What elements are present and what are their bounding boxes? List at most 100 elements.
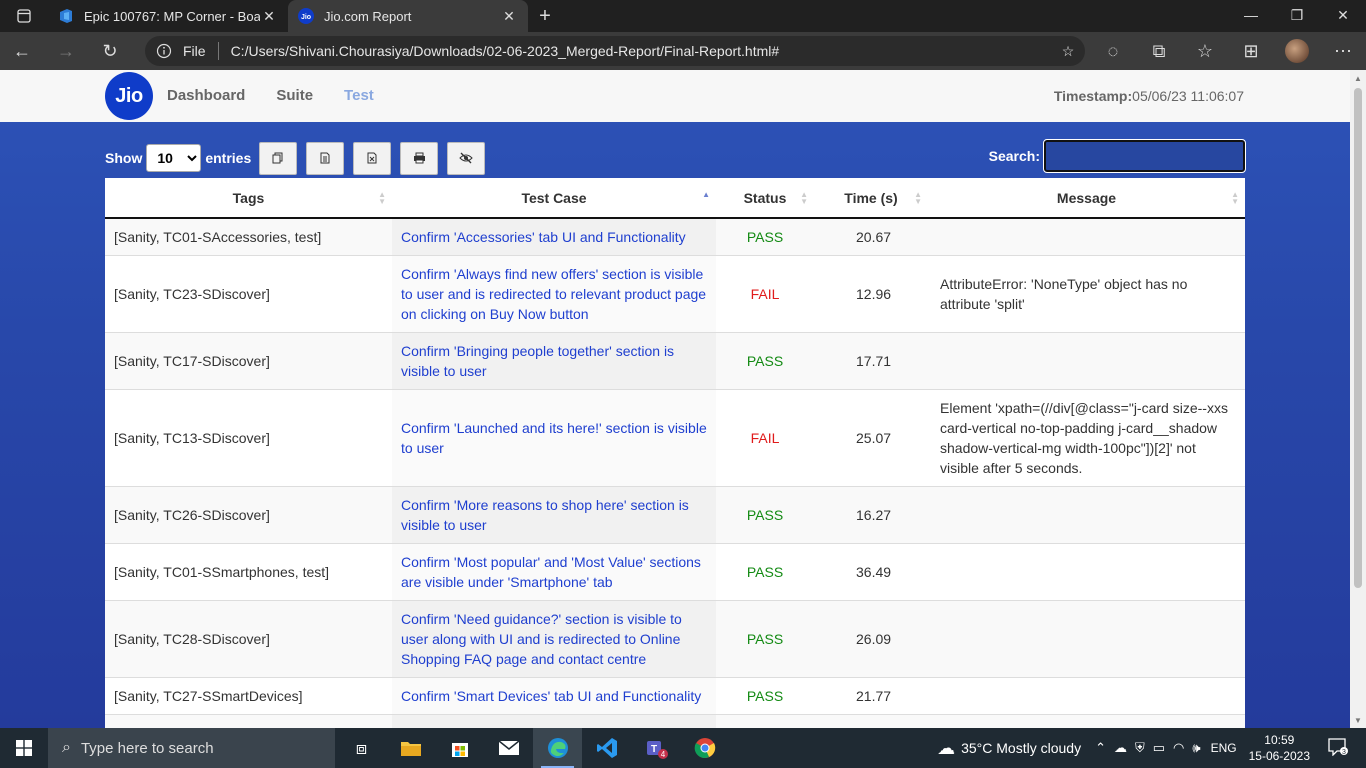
svg-text:T: T <box>650 744 656 755</box>
tab-actions-icon[interactable] <box>0 0 48 32</box>
cell-test-case-link[interactable]: Confirm 'More reasons to shop here' sect… <box>392 485 716 543</box>
jio-favicon-icon: Jio <box>298 8 314 24</box>
more-menu-icon[interactable]: ⋯ <box>1320 32 1366 70</box>
edge-icon[interactable] <box>533 728 582 768</box>
cell-test-case-link[interactable]: Confirm 'Accessories' tab UI and Functio… <box>392 217 716 255</box>
notification-center-icon[interactable]: 3 <box>1328 737 1354 759</box>
header-label: Time (s) <box>844 189 898 206</box>
svg-text:Jio: Jio <box>301 14 311 21</box>
extensions-icon[interactable]: ⧉ <box>1136 32 1182 70</box>
favorites-icon[interactable]: ☆ <box>1182 32 1228 70</box>
cell-tags: [Sanity, TC17-SDiscover] <box>105 331 392 389</box>
url-text[interactable]: C:/Users/Shivani.Chourasiya/Downloads/02… <box>231 43 1051 59</box>
onedrive-icon[interactable]: ☁ <box>1114 740 1127 756</box>
header-label: Test Case <box>521 189 587 206</box>
header-status[interactable]: Status ▲ ▼ <box>716 178 814 219</box>
cell-test-case-link[interactable]: Confirm 'Bringing people together' secti… <box>392 331 716 389</box>
entries-select[interactable]: 10 <box>146 144 202 172</box>
mail-icon[interactable] <box>484 728 533 768</box>
cell-test-case-link[interactable]: Confirm 'Smart Devices' tab UI and Funct… <box>392 676 716 714</box>
nav-test[interactable]: Test <box>344 87 374 104</box>
info-icon[interactable] <box>145 43 183 59</box>
cell-message: AttributeError: 'NoneType' object has no… <box>928 254 1245 332</box>
cell-message: Element 'xpath=(//div[@class="j-card siz… <box>928 388 1245 486</box>
cell-test-case-link[interactable]: Confirm 'Always find new offers' section… <box>392 254 716 332</box>
search-label: Search: <box>988 148 1040 164</box>
forward-arrow-icon[interactable]: → <box>44 32 88 70</box>
excel-button[interactable] <box>353 141 392 175</box>
clock[interactable]: 10:59 15-06-2023 <box>1249 732 1310 764</box>
header-label: Message <box>1056 189 1117 206</box>
weather-widget[interactable]: ☁ 35°C Mostly cloudy <box>937 738 1081 759</box>
file-explorer-icon[interactable] <box>386 728 435 768</box>
back-arrow-icon[interactable]: ← <box>0 32 44 70</box>
address-divider <box>217 42 219 60</box>
search-input[interactable] <box>1043 139 1246 173</box>
header-message[interactable]: Message ▲ ▼ <box>928 178 1245 219</box>
nav-dashboard[interactable]: Dashboard <box>167 87 245 104</box>
store-icon[interactable] <box>435 728 484 768</box>
windows-start-icon[interactable] <box>0 728 48 768</box>
jio-logo[interactable]: Jio <box>105 72 153 120</box>
battery-icon[interactable]: ▭ <box>1153 740 1165 756</box>
profile-avatar[interactable] <box>1274 32 1320 70</box>
address-bar[interactable]: File C:/Users/Shivani.Chourasiya/Downloa… <box>145 36 1085 66</box>
column-visibility-button[interactable] <box>447 141 486 175</box>
cell-test-case-link[interactable]: Confirm 'Most popular' and 'Most Value' … <box>392 542 716 600</box>
scrollbar-thumb[interactable] <box>1354 88 1362 588</box>
teams-icon[interactable]: T4 <box>631 728 680 768</box>
nav-suite[interactable]: Suite <box>276 87 313 104</box>
task-view-icon[interactable]: ⧈ <box>337 728 386 768</box>
csv-button[interactable] <box>306 141 345 175</box>
browser-tab-boards[interactable]: Epic 100767: MP Corner - Boards ✕ <box>48 0 288 32</box>
browser-toolbar: ← → ↻ File C:/Users/Shivani.Chourasiya/D… <box>0 32 1366 70</box>
cell-time: 12.96 <box>814 254 928 332</box>
header-test-case[interactable]: Test Case ▲ <box>392 178 716 219</box>
minimize-icon[interactable]: — <box>1228 0 1274 30</box>
sync-icon[interactable]: ◌ <box>1090 32 1136 70</box>
browser-tab-strip: Epic 100767: MP Corner - Boards ✕ Jio Ji… <box>0 0 1366 32</box>
scroll-down-icon[interactable]: ▼ <box>1350 712 1366 728</box>
vscode-icon[interactable] <box>582 728 631 768</box>
close-tab-icon[interactable]: ✕ <box>260 8 278 25</box>
close-tab-icon[interactable]: ✕ <box>500 8 518 25</box>
collections-icon[interactable]: ⊞ <box>1228 32 1274 70</box>
cloud-icon: ☁ <box>937 737 956 758</box>
taskbar-search[interactable]: ⌕ Type here to search <box>48 728 335 768</box>
restore-icon[interactable]: ❐ <box>1274 0 1320 30</box>
close-window-icon[interactable]: ✕ <box>1320 0 1366 30</box>
copy-button[interactable] <box>259 141 298 175</box>
new-tab-icon[interactable]: + <box>528 0 562 32</box>
cell-message <box>928 676 1245 714</box>
azure-boards-icon <box>58 8 74 24</box>
cell-message <box>928 599 1245 677</box>
cell-test-case-link[interactable]: Confirm 'Need guidance?' section is visi… <box>392 599 716 677</box>
report-page: Jio Dashboard Suite Test Timestamp:05/06… <box>0 70 1350 728</box>
eye-slash-icon <box>459 152 473 164</box>
wifi-icon[interactable]: ◠ <box>1173 740 1184 756</box>
refresh-icon[interactable]: ↻ <box>88 32 132 70</box>
print-icon <box>413 152 425 164</box>
system-tray: ☁ 35°C Mostly cloudy ⌃ ☁ ⛨ ▭ ◠ 🕪 ENG 10:… <box>937 728 1366 768</box>
cell-test-case-link[interactable]: Confirm 'Launched and its here!' section… <box>392 388 716 486</box>
header-time[interactable]: Time (s) ▲ ▼ <box>814 178 928 219</box>
scroll-up-icon[interactable]: ▲ <box>1350 70 1366 86</box>
header-tags[interactable]: Tags ▲ ▼ <box>105 178 392 219</box>
cell-test-case-link[interactable] <box>392 713 716 728</box>
page-scrollbar[interactable]: ▲ ▼ <box>1350 70 1366 728</box>
show-hidden-icon[interactable]: ⌃ <box>1095 740 1106 756</box>
cell-time: 17.71 <box>814 331 928 389</box>
add-favorite-icon[interactable]: ☆ <box>1051 43 1085 60</box>
cell-time: 25.07 <box>814 388 928 486</box>
cell-time: 26.09 <box>814 599 928 677</box>
timestamp-label: Timestamp: <box>1053 88 1133 104</box>
window-controls: — ❐ ✕ <box>1228 0 1366 30</box>
language-indicator[interactable]: ENG <box>1211 741 1237 755</box>
print-button[interactable] <box>400 141 439 175</box>
cell-status: PASS <box>716 485 814 543</box>
cell-status <box>716 713 814 728</box>
browser-tab-jio-report[interactable]: Jio Jio.com Report ✕ <box>288 0 528 32</box>
chrome-icon[interactable] <box>680 728 729 768</box>
security-icon[interactable]: ⛨ <box>1135 740 1145 756</box>
volume-icon[interactable]: 🕪 <box>1192 740 1200 756</box>
